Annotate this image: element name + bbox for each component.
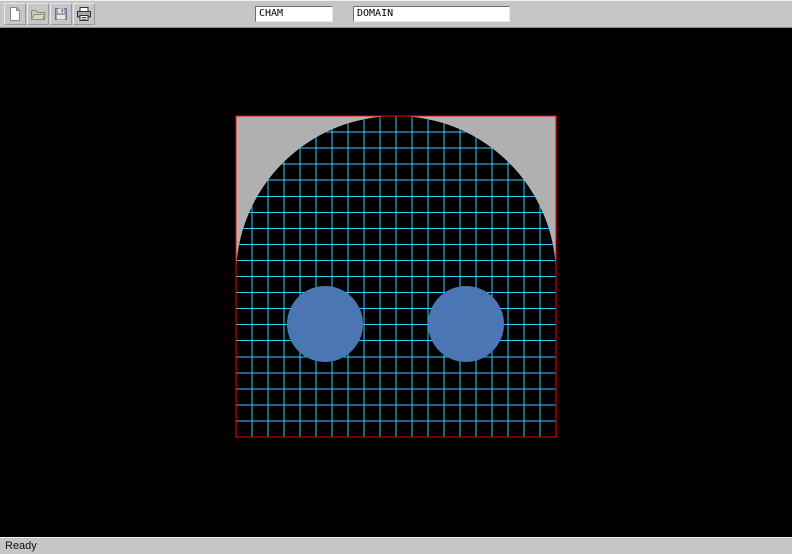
save-icon: [53, 6, 69, 22]
open-folder-icon: [30, 6, 46, 22]
print-icon: [76, 6, 92, 22]
domain-field[interactable]: DOMAIN: [353, 6, 510, 22]
toolbar: CHAM DOMAIN: [0, 0, 792, 28]
new-file-button[interactable]: [4, 3, 26, 25]
save-button[interactable]: [50, 3, 72, 25]
application-window: CHAM DOMAIN Ready: [0, 0, 792, 554]
cham-field[interactable]: CHAM: [255, 6, 333, 22]
status-bar: Ready: [0, 537, 792, 554]
domain-field-value: DOMAIN: [357, 8, 393, 19]
viewport-canvas[interactable]: [0, 28, 792, 537]
mesh-scene: [0, 28, 792, 537]
open-file-button[interactable]: [27, 3, 49, 25]
new-document-icon: [7, 6, 23, 22]
status-text: Ready: [5, 540, 37, 552]
print-button[interactable]: [73, 3, 95, 25]
cham-field-value: CHAM: [259, 8, 283, 19]
